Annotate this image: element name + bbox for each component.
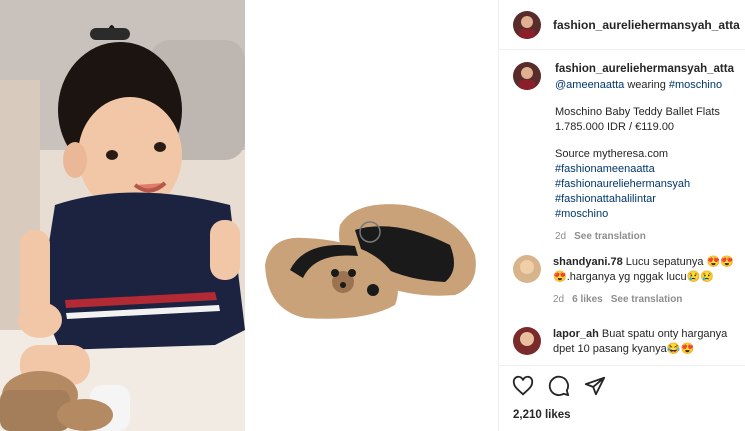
caption-time[interactable]: 2d [555, 229, 566, 244]
heart-icon[interactable] [512, 375, 534, 397]
commenter-avatar[interactable] [513, 255, 541, 283]
post-caption: fashion_aureliehermansyah_atta @ameenaat… [513, 62, 743, 244]
post-photo-shoes [245, 0, 498, 431]
hashtag-link[interactable]: #moschino [669, 79, 722, 91]
likes-count[interactable]: 2,210 likes [499, 397, 745, 421]
teddy-shoes-illustration [245, 0, 498, 431]
comment-body: lapor_ah Buat spatu onty harganya dpet 1… [553, 327, 743, 357]
caption-username[interactable]: fashion_aureliehermansyah_atta [555, 62, 734, 77]
caption-body: fashion_aureliehermansyah_atta @ameenaat… [555, 62, 734, 244]
avatar-image [513, 10, 541, 39]
post-photo-baby [0, 0, 245, 431]
post-actions: 2,210 likes [499, 365, 745, 431]
comment-icon[interactable] [548, 375, 570, 397]
comment-time[interactable]: 2d [553, 292, 564, 307]
commenter-avatar[interactable] [513, 327, 541, 355]
author-avatar[interactable] [513, 10, 541, 39]
mention-link[interactable]: @ameenaatta [555, 79, 624, 91]
source-text: Source mytheresa.com [555, 148, 669, 160]
action-icons [499, 366, 745, 397]
comment-meta: 2d 6 likes See translation [553, 292, 743, 307]
comment-likes[interactable]: 6 likes [572, 292, 603, 307]
hashtag-link[interactable]: #moschino [555, 208, 608, 220]
post-side-panel: fashion_aureliehermansyah_atta fashion_a… [498, 0, 745, 431]
post-header: fashion_aureliehermansyah_atta [499, 0, 745, 50]
caption-avatar[interactable] [513, 62, 541, 90]
avatar-image [513, 255, 541, 283]
comment-item: lapor_ah Buat spatu onty harganya dpet 1… [513, 327, 743, 357]
see-translation-button[interactable]: See translation [574, 229, 646, 244]
comment-body: shandyani.78 Lucu sepatunya 😍😍😍.harganya… [553, 255, 743, 307]
baby-photo-illustration [0, 0, 245, 431]
avatar-image [513, 62, 541, 90]
comment-item: shandyani.78 Lucu sepatunya 😍😍😍.harganya… [513, 255, 743, 307]
author-username[interactable]: fashion_aureliehermansyah_atta [553, 18, 740, 32]
hashtag-link[interactable]: #fashionaureliehermansyah [555, 177, 734, 192]
avatar-image [513, 327, 541, 355]
share-icon[interactable] [584, 375, 606, 397]
comment-username[interactable]: lapor_ah [553, 328, 599, 340]
product-price: 1.785.000 IDR / €119.00 [555, 121, 675, 133]
see-translation-button[interactable]: See translation [611, 292, 683, 307]
product-name: Moschino Baby Teddy Ballet Flats [555, 106, 720, 118]
hashtag-link[interactable]: #fashionameenaatta [555, 162, 734, 177]
hashtag-link[interactable]: #fashionattahalilintar [555, 192, 734, 207]
caption-text: wearing [624, 79, 669, 91]
caption-meta: 2d See translation [555, 229, 734, 244]
comment-username[interactable]: shandyani.78 [553, 256, 623, 268]
